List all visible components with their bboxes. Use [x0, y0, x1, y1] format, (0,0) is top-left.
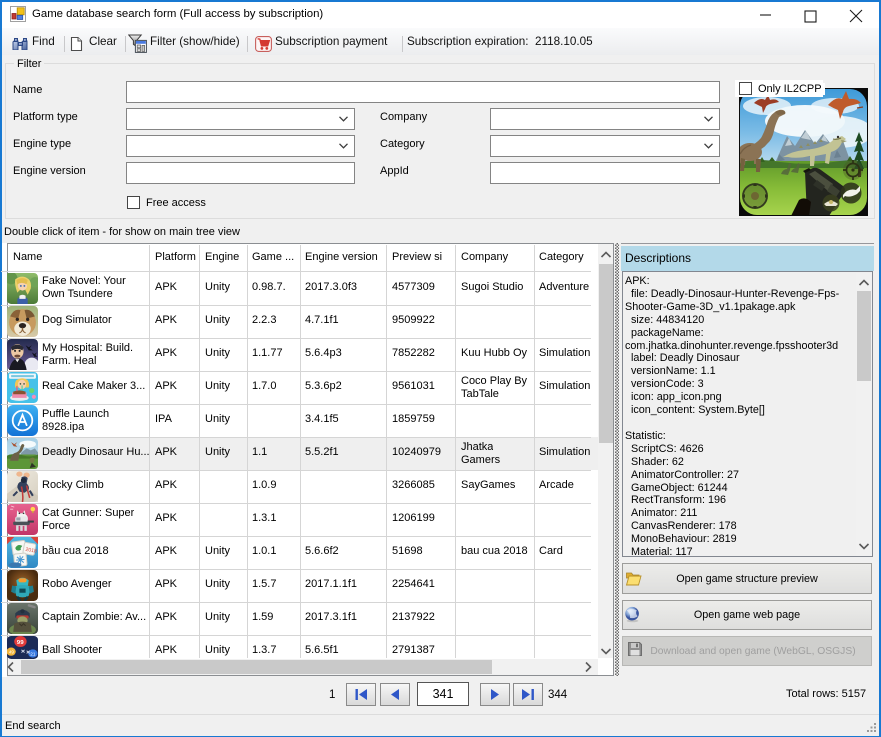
- svg-text:21: 21: [30, 652, 36, 657]
- svg-text:49: 49: [9, 650, 15, 655]
- svg-text:99: 99: [17, 640, 25, 646]
